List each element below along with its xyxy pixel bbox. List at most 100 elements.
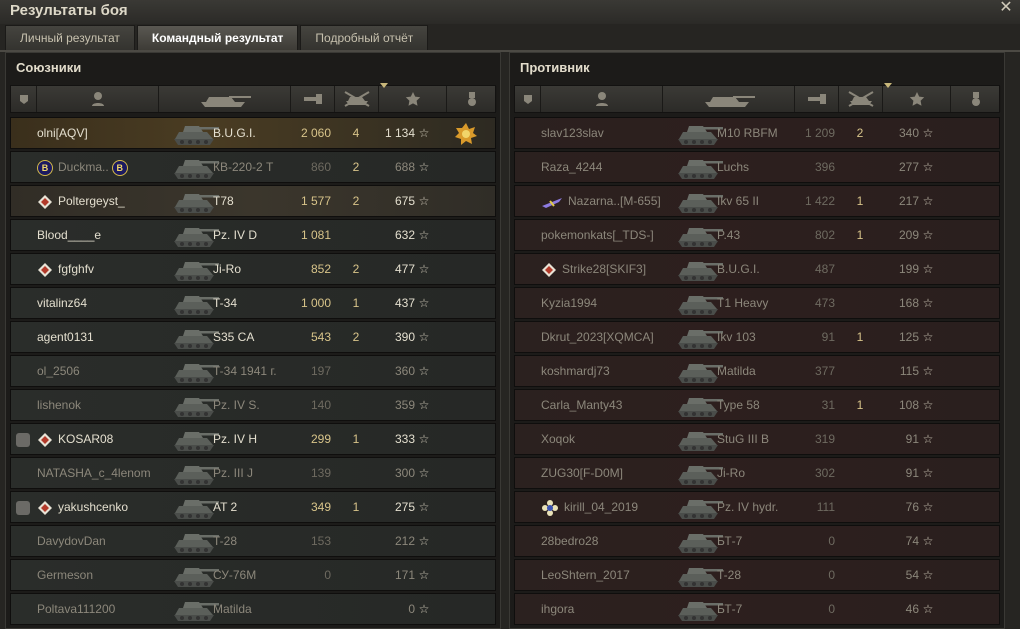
frags-column-icon[interactable] xyxy=(839,86,883,112)
player-row[interactable]: Poltava111200 Matilda 0 ☆ xyxy=(10,593,496,625)
damage-column-icon[interactable] xyxy=(795,86,839,112)
xp-star-icon: ☆ xyxy=(418,568,430,582)
xp-value: 91 xyxy=(905,432,919,446)
platoon-column-icon[interactable] xyxy=(515,86,541,112)
player-name-cell: Blood____e xyxy=(37,220,177,250)
player-row[interactable]: ZUG30[F-D0M] Ji-Ro 302 91 ☆ xyxy=(514,457,1000,489)
medal-column-icon[interactable] xyxy=(951,86,1001,112)
player-row[interactable]: slav123slav M10 RBFM 1 209 2 340 ☆ xyxy=(514,117,1000,149)
platoon-column-icon[interactable] xyxy=(11,86,37,112)
xp-value: 209 xyxy=(898,228,919,242)
player-row[interactable]: KOSAR08 Pz. IV H 299 1 333 ☆ xyxy=(10,423,496,455)
damage-value: 377 xyxy=(814,364,835,378)
xp-value: 437 xyxy=(394,296,415,310)
damage-value: 1 577 xyxy=(300,194,331,208)
tank-column-icon[interactable] xyxy=(159,86,291,112)
player-name: LeoShtern_2017 xyxy=(541,568,630,582)
player-row[interactable]: pokemonkats[_TDS-] P.43 802 1 209 ☆ xyxy=(514,219,1000,251)
tab-personal-result[interactable]: Личный результат xyxy=(5,25,135,50)
player-row[interactable]: Poltergeyst_ T78 1 577 2 675 ☆ xyxy=(10,185,496,217)
damage-column-icon[interactable] xyxy=(291,86,335,112)
player-row[interactable]: vitalinz64 T-34 1 000 1 437 ☆ xyxy=(10,287,496,319)
player-row[interactable]: 28bedro28 БТ-7 0 74 ☆ xyxy=(514,525,1000,557)
xp-value: 275 xyxy=(394,500,415,514)
player-row[interactable]: koshmardj73 Matilda 377 115 ☆ xyxy=(514,355,1000,387)
tank-name: Matilda xyxy=(717,364,756,378)
xp-value: 390 xyxy=(394,330,415,344)
tank-name: B.U.G.I. xyxy=(717,262,760,276)
player-row[interactable]: B Duckma.. B КВ-220-2 Т 860 2 688 ☆ xyxy=(10,151,496,183)
xp-star-icon: ☆ xyxy=(922,330,934,344)
xp-star-icon: ☆ xyxy=(418,602,430,616)
xp-column-icon[interactable] xyxy=(379,86,447,112)
xp-star-icon: ☆ xyxy=(922,194,934,208)
tank-name: T78 xyxy=(213,194,234,208)
tab-team-result[interactable]: Командный результат xyxy=(136,25,299,50)
xp-value: 74 xyxy=(905,534,919,548)
player-row[interactable]: NATASHA_c_4lenom Pz. III J 139 300 ☆ xyxy=(10,457,496,489)
player-row[interactable]: Xoqok StuG III B 319 91 ☆ xyxy=(514,423,1000,455)
frags-value: 2 xyxy=(352,262,360,276)
xp-value: 217 xyxy=(898,194,919,208)
tank-name: Matilda xyxy=(213,602,252,616)
enemies-panel: Противник slav123slav M10 RBFM 1 209 2 340 ☆ R… xyxy=(509,52,1005,629)
achievement-medal-icon[interactable] xyxy=(455,123,477,145)
tank-column-icon[interactable] xyxy=(663,86,795,112)
player-name: koshmardj73 xyxy=(541,364,610,378)
player-column-icon[interactable] xyxy=(541,86,663,112)
frags-value: 1 xyxy=(856,228,864,242)
player-row[interactable]: Germeson СУ-76М 0 171 ☆ xyxy=(10,559,496,591)
player-row[interactable]: Kyzia1994 T1 Heavy 473 168 ☆ xyxy=(514,287,1000,319)
player-name: vitalinz64 xyxy=(37,296,88,310)
medal-column-icon[interactable] xyxy=(447,86,497,112)
xp-value: 199 xyxy=(898,262,919,276)
player-row[interactable]: DavydovDan T-28 153 212 ☆ xyxy=(10,525,496,557)
xp-column-icon[interactable] xyxy=(883,86,951,112)
xp-star-icon: ☆ xyxy=(418,228,430,242)
damage-value: 111 xyxy=(816,500,835,514)
player-name: Poltergeyst_ xyxy=(58,194,125,208)
player-column-icon[interactable] xyxy=(37,86,159,112)
player-row[interactable]: Blood____e Pz. IV D 1 081 632 ☆ xyxy=(10,219,496,251)
player-row[interactable]: LeoShtern_2017 T-28 0 54 ☆ xyxy=(514,559,1000,591)
tank-name: T-34 xyxy=(213,296,238,310)
frags-column-icon[interactable] xyxy=(335,86,379,112)
damage-value: 140 xyxy=(310,398,331,412)
player-name-cell: agent0131 xyxy=(37,322,177,352)
player-name: kirill_04_2019 xyxy=(564,500,639,514)
player-name: DavydovDan xyxy=(37,534,106,548)
sort-indicator-icon xyxy=(380,83,388,88)
tab-detailed-report[interactable]: Подробный отчёт xyxy=(300,25,429,50)
player-name: fgfghfv xyxy=(58,262,95,276)
player-row[interactable]: kirill_04_2019 Pz. IV hydr. 111 76 ☆ xyxy=(514,491,1000,523)
player-row[interactable]: Raza_4244 Luchs 396 277 ☆ xyxy=(514,151,1000,183)
damage-value: 860 xyxy=(310,160,331,174)
player-row[interactable]: ihgora БТ-7 0 46 ☆ xyxy=(514,593,1000,625)
player-row[interactable]: Nazarna..[M-655] Ikv 65 II 1 422 1 217 ☆ xyxy=(514,185,1000,217)
player-row[interactable]: olni[AQV] B.U.G.I. 2 060 4 1 134 ☆ xyxy=(10,117,496,149)
player-row[interactable]: fgfghfv Ji-Ro 852 2 477 ☆ xyxy=(10,253,496,285)
player-row[interactable]: lishenok Pz. IV S. 140 359 ☆ xyxy=(10,389,496,421)
player-row[interactable]: Dkrut_2023[XQMCA] Ikv 103 91 1 125 ☆ xyxy=(514,321,1000,353)
player-row[interactable]: ol_2506 T-34 1941 г. 197 360 ☆ xyxy=(10,355,496,387)
player-name-cell: B Duckma.. B xyxy=(37,152,177,182)
player-name-cell: LeoShtern_2017 xyxy=(541,560,681,590)
close-icon[interactable]: ✕ xyxy=(998,0,1014,16)
player-row[interactable]: Carla_Manty43 Type 58 31 1 108 ☆ xyxy=(514,389,1000,421)
tank-name: Ji-Ro xyxy=(717,466,746,480)
player-row[interactable]: Strike28[SKIF3] B.U.G.I. 487 199 ☆ xyxy=(514,253,1000,285)
xp-star-icon: ☆ xyxy=(922,568,934,582)
player-name: yakushcenko xyxy=(58,500,129,514)
platoon-icon xyxy=(16,501,30,515)
xp-value: 91 xyxy=(905,466,919,480)
player-name-cell: DavydovDan xyxy=(37,526,177,556)
tank-name: Pz. IV H xyxy=(213,432,258,446)
damage-value xyxy=(283,594,331,624)
player-name-cell: Nazarna..[M-655] xyxy=(541,186,681,216)
player-row[interactable]: agent0131 S35 CA 543 2 390 ☆ xyxy=(10,321,496,353)
tank-name: КВ-220-2 Т xyxy=(213,160,274,174)
player-row[interactable]: yakushcenko AT 2 349 1 275 ☆ xyxy=(10,491,496,523)
player-name-cell: Raza_4244 xyxy=(541,152,681,182)
frags-value: 1 xyxy=(352,296,360,310)
tank-name: Ikv 65 II xyxy=(717,194,760,208)
